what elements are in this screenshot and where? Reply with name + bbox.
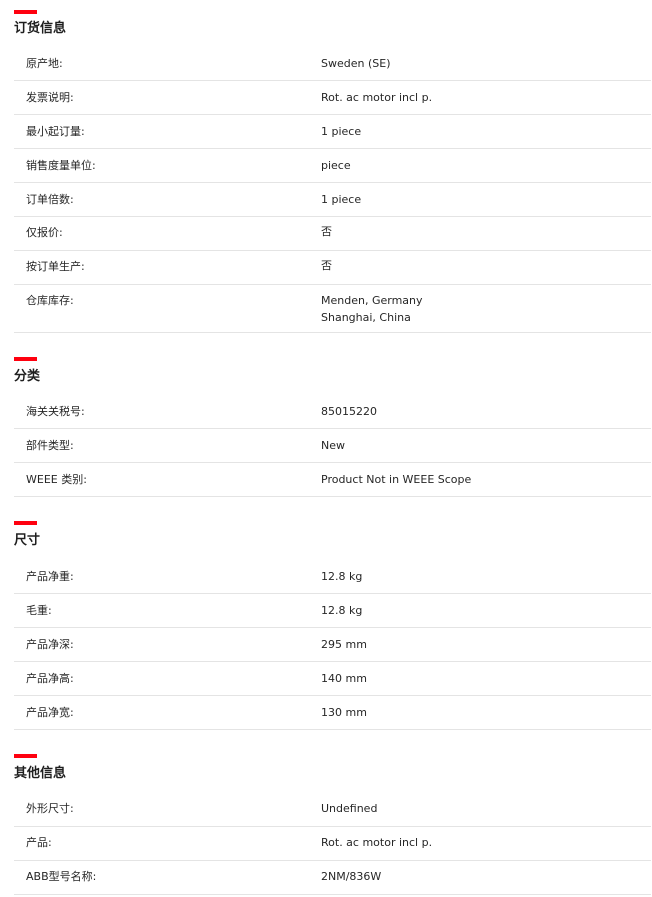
row-value: 否 xyxy=(321,259,332,272)
detail-row: 仓库库存: Menden, Germany Shanghai, China xyxy=(14,285,651,333)
row-label: 外形尺寸: xyxy=(26,802,74,815)
row-value: 1 piece xyxy=(321,193,362,206)
row-label: 部件类型: xyxy=(26,439,74,452)
warehouse-location: Shanghai, China xyxy=(321,311,411,324)
detail-row: 海关关税号: 85015220 xyxy=(14,395,651,429)
row-value: Menden, Germany Shanghai, China xyxy=(321,292,423,326)
detail-row: 部件类型: New xyxy=(14,429,651,463)
section-accent-bar xyxy=(14,357,37,361)
row-value: 12.8 kg xyxy=(321,604,363,617)
row-value: 140 mm xyxy=(321,672,367,685)
section-accent-bar xyxy=(14,521,37,525)
row-label: 海关关税号: xyxy=(26,405,85,418)
row-value: Product Not in WEEE Scope xyxy=(321,473,472,486)
warehouse-location: Menden, Germany xyxy=(321,294,423,307)
row-label: 按订单生产: xyxy=(26,260,85,273)
detail-row: 产品净深: 295 mm xyxy=(14,628,651,662)
row-label: 发票说明: xyxy=(26,91,74,104)
detail-row: ABB型号名称: 2NM/836W xyxy=(14,861,651,895)
detail-list: 产品净重: 12.8 kg 毛重: 12.8 kg 产品净深: 295 mm 产… xyxy=(14,560,651,730)
row-value: Rot. ac motor incl p. xyxy=(321,836,433,849)
detail-row: 产品净宽: 130 mm xyxy=(14,696,651,730)
section-accent-bar xyxy=(14,10,37,14)
row-value: piece xyxy=(321,159,351,172)
row-value: 12.8 kg xyxy=(321,570,363,583)
row-label: 产品: xyxy=(26,836,52,849)
detail-row: 产品: Rot. ac motor incl p. xyxy=(14,827,651,861)
section-title: 分类 xyxy=(14,369,41,384)
row-label: 产品净宽: xyxy=(26,706,74,719)
detail-row: 销售度量单位: piece xyxy=(14,149,651,183)
row-value: 否 xyxy=(321,225,332,238)
detail-row: 仅报价: 否 xyxy=(14,217,651,251)
section-title: 尺寸 xyxy=(14,533,41,548)
row-label: 产品净重: xyxy=(26,570,74,583)
row-label: ABB型号名称: xyxy=(26,870,97,883)
detail-row: 发票说明: Rot. ac motor incl p. xyxy=(14,81,651,115)
section-accent-bar xyxy=(14,754,37,758)
row-label: 仅报价: xyxy=(26,226,63,239)
row-value: 1 piece xyxy=(321,125,362,138)
detail-list: 海关关税号: 85015220 部件类型: New WEEE 类别: Produ… xyxy=(14,395,651,497)
section-title: 订货信息 xyxy=(14,21,67,36)
detail-row: 按订单生产: 否 xyxy=(14,251,651,285)
row-label: WEEE 类别: xyxy=(26,473,87,486)
detail-row: 最小起订量: 1 piece xyxy=(14,115,651,149)
row-value: 85015220 xyxy=(321,405,377,418)
detail-row: WEEE 类别: Product Not in WEEE Scope xyxy=(14,463,651,497)
row-label: 产品净高: xyxy=(26,672,74,685)
row-label: 产品净深: xyxy=(26,638,74,651)
detail-list: 外形尺寸: Undefined 产品: Rot. ac motor incl p… xyxy=(14,793,651,895)
row-label: 仓库库存: xyxy=(26,294,74,307)
row-value: 295 mm xyxy=(321,638,367,651)
detail-row: 原产地: Sweden (SE) xyxy=(14,47,651,81)
detail-row: 订单倍数: 1 piece xyxy=(14,183,651,217)
row-label: 销售度量单位: xyxy=(26,159,96,172)
row-label: 毛重: xyxy=(26,604,52,617)
row-value: New xyxy=(321,439,345,452)
row-value: 130 mm xyxy=(321,706,367,719)
row-value: Rot. ac motor incl p. xyxy=(321,91,433,104)
detail-list: 原产地: Sweden (SE) 发票说明: Rot. ac motor inc… xyxy=(14,47,651,333)
row-label: 订单倍数: xyxy=(26,193,74,206)
row-value: Sweden (SE) xyxy=(321,57,391,70)
detail-row: 产品净高: 140 mm xyxy=(14,662,651,696)
detail-row: 外形尺寸: Undefined xyxy=(14,793,651,827)
row-label: 最小起订量: xyxy=(26,125,85,138)
row-label: 原产地: xyxy=(26,57,63,70)
detail-row: 产品净重: 12.8 kg xyxy=(14,560,651,594)
detail-row: 毛重: 12.8 kg xyxy=(14,594,651,628)
row-value: 2NM/836W xyxy=(321,870,382,883)
section-title: 其他信息 xyxy=(14,766,67,781)
row-value: Undefined xyxy=(321,802,378,815)
